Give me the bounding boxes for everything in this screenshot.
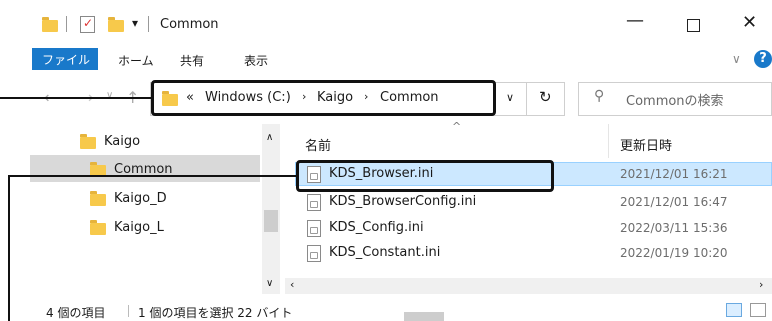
ribbon-tabs: ファイル ホーム 共有 表示 ∨ ? [0, 44, 772, 74]
file-list: ^ 名前 更新日時 KDS_Browser.ini 2021/12/01 16:… [285, 120, 772, 294]
tab-home[interactable]: ホーム [118, 52, 154, 69]
column-header-date[interactable]: 更新日時 [620, 135, 672, 154]
folder-icon [90, 220, 106, 235]
file-name[interactable]: KDS_Constant.ini [329, 245, 440, 260]
tree-item-kaigo-d[interactable]: Kaigo_D [114, 191, 167, 206]
navigation-pane: Kaigo Common Kaigo_D Kaigo_L ∧ ∨ [0, 124, 285, 294]
selection-info: 1 個の項目を選択 22 バイト [138, 306, 293, 320]
file-callout [296, 160, 554, 192]
tree-item-kaigo[interactable]: Kaigo [104, 134, 140, 149]
tab-share[interactable]: 共有 [180, 52, 204, 69]
file-name[interactable]: KDS_BrowserConfig.ini [329, 194, 476, 209]
file-callout-leader-vertical [8, 175, 10, 321]
folder-icon [80, 134, 96, 149]
tree-scrollbar[interactable] [262, 124, 280, 294]
tab-view[interactable]: 表示 [244, 52, 268, 69]
address-bar-callout [151, 80, 496, 116]
address-callout-leader [0, 97, 151, 99]
details-view-icon[interactable] [726, 303, 742, 317]
column-divider [608, 124, 609, 158]
help-icon[interactable]: ? [754, 50, 772, 68]
file-date: 2022/01/19 10:20 [620, 246, 728, 260]
horizontal-scrollbar[interactable] [285, 278, 772, 294]
scroll-down-icon[interactable]: ∨ [266, 278, 273, 289]
ini-file-icon [307, 220, 321, 237]
file-date: 2022/03/11 15:36 [620, 221, 728, 235]
ini-file-icon [307, 245, 321, 262]
maximize-button[interactable] [687, 19, 700, 32]
status-bar: 4 個の項目 1 個の項目を選択 22 バイト [0, 298, 772, 321]
tab-file[interactable]: ファイル [32, 48, 98, 70]
search-icon: ⚲ [594, 88, 605, 104]
recent-locations-icon[interactable]: ∨ [106, 90, 113, 101]
new-folder-icon[interactable] [108, 17, 124, 32]
divider [148, 16, 149, 32]
divider [66, 16, 67, 32]
properties-icon[interactable]: ✓ [80, 16, 95, 33]
large-icons-view-icon[interactable] [750, 303, 766, 317]
scroll-up-icon[interactable]: ∧ [266, 132, 273, 143]
file-date: 2021/12/01 16:47 [620, 195, 728, 209]
folder-icon [42, 17, 58, 32]
scroll-left-icon[interactable]: ‹ [290, 278, 294, 291]
ini-file-icon [307, 194, 321, 211]
column-header-name[interactable]: 名前 [305, 135, 331, 154]
file-callout-leader [8, 175, 296, 177]
sort-indicator-icon: ^ [452, 120, 462, 133]
folder-icon [90, 191, 106, 206]
close-button[interactable]: ✕ [742, 12, 757, 33]
ribbon-expand-icon[interactable]: ∨ [732, 52, 741, 66]
refresh-icon[interactable]: ↻ [539, 88, 552, 106]
item-count: 4 個の項目 [46, 306, 106, 320]
tree-scroll-thumb[interactable] [264, 210, 278, 232]
tree-item-kaigo-l[interactable]: Kaigo_L [114, 220, 164, 235]
title-bar: ✓ ▾ Common — ✕ [0, 0, 772, 44]
h-scroll-thumb[interactable] [404, 312, 444, 321]
minimize-button[interactable]: — [626, 10, 644, 31]
address-dropdown-icon[interactable]: ∨ [506, 91, 514, 104]
search-input[interactable]: Commonの検索 [626, 90, 724, 109]
divider [128, 305, 129, 317]
scroll-right-icon[interactable]: › [759, 278, 763, 291]
window-title: Common [160, 17, 219, 32]
quick-access-dropdown-icon[interactable]: ▾ [132, 16, 138, 30]
file-name[interactable]: KDS_Config.ini [329, 220, 424, 235]
file-date: 2021/12/01 16:21 [620, 167, 728, 181]
